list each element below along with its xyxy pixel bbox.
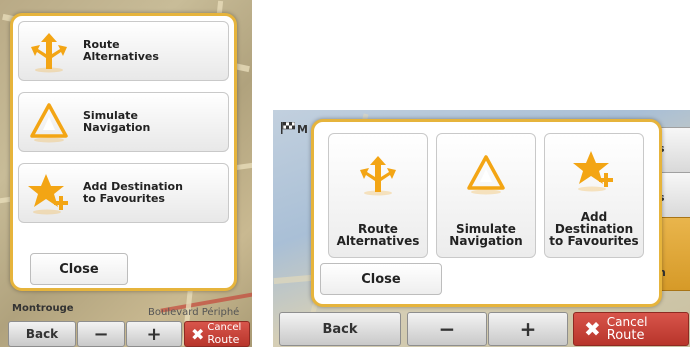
simulate-navigation-button[interactable]: Simulate Navigation <box>18 92 229 152</box>
screen-horizontal-menu: M s s h RouteAlternatives SimulateNaviga… <box>273 110 690 347</box>
cancel-x-icon: ✖ <box>191 324 205 344</box>
simulate-navigation-icon <box>464 152 508 196</box>
back-button[interactable]: Back <box>8 321 76 347</box>
route-alternatives-icon <box>27 29 71 73</box>
route-options-dialog: Route Alternatives Simulate Navigation Add… <box>311 119 662 307</box>
route-alternatives-icon <box>356 152 400 196</box>
route-alternatives-tile[interactable]: Route Alternatives <box>328 133 428 258</box>
top-label-partial: M <box>297 123 308 136</box>
map-label-peripherique: Boulevard Périphé <box>148 307 240 318</box>
add-favourite-star-icon <box>572 148 616 192</box>
checkered-flag-icon <box>281 122 295 134</box>
add-favourites-label-line2: to Favourites <box>83 192 165 205</box>
route-alternatives-label-line2: Alternatives <box>83 50 159 63</box>
close-button[interactable]: Close <box>320 263 442 295</box>
simulate-navigation-tile[interactable]: Simulate Navigation <box>436 133 536 258</box>
add-to-favourites-tile[interactable]: Add Destination to Favourites <box>544 133 644 258</box>
route-alternatives-tile-line3: Alternatives <box>336 234 420 248</box>
zoom-in-button[interactable]: + <box>126 321 182 347</box>
route-alternatives-button[interactable]: Route Alternatives <box>18 21 229 81</box>
route-options-dialog: Route Alternatives Simulate Navigation Add… <box>10 13 237 291</box>
zoom-in-button[interactable]: + <box>488 312 568 346</box>
cancel-x-icon: ✖ <box>584 317 601 341</box>
add-to-favourites-button[interactable]: Add Destination to Favourites <box>18 163 229 223</box>
simulate-navigation-label-line2: Navigation <box>83 121 151 134</box>
cancel-route-button[interactable]: ✖ Cancel Route <box>184 321 250 347</box>
cancel-label-line2: Route <box>606 328 645 343</box>
zoom-out-button[interactable]: − <box>407 312 487 346</box>
map-label-montrouge: Montrouge <box>12 303 74 314</box>
back-button[interactable]: Back <box>279 312 401 346</box>
simulate-navigation-icon <box>27 100 71 144</box>
close-button[interactable]: Close <box>30 253 128 285</box>
cancel-route-button[interactable]: ✖ Cancel Route <box>573 312 689 346</box>
simulate-navigation-tile-line3: Navigation <box>449 234 523 248</box>
add-favourite-star-icon <box>27 171 71 215</box>
add-favourites-tile-line3: to Favourites <box>549 234 639 248</box>
screen-vertical-menu: Montrouge Boulevard Périphé Route Alterna… <box>0 0 252 347</box>
cancel-label-line2: Route <box>207 333 240 346</box>
cancel-label-line1: Cancel <box>606 315 648 329</box>
zoom-out-button[interactable]: − <box>77 321 125 347</box>
